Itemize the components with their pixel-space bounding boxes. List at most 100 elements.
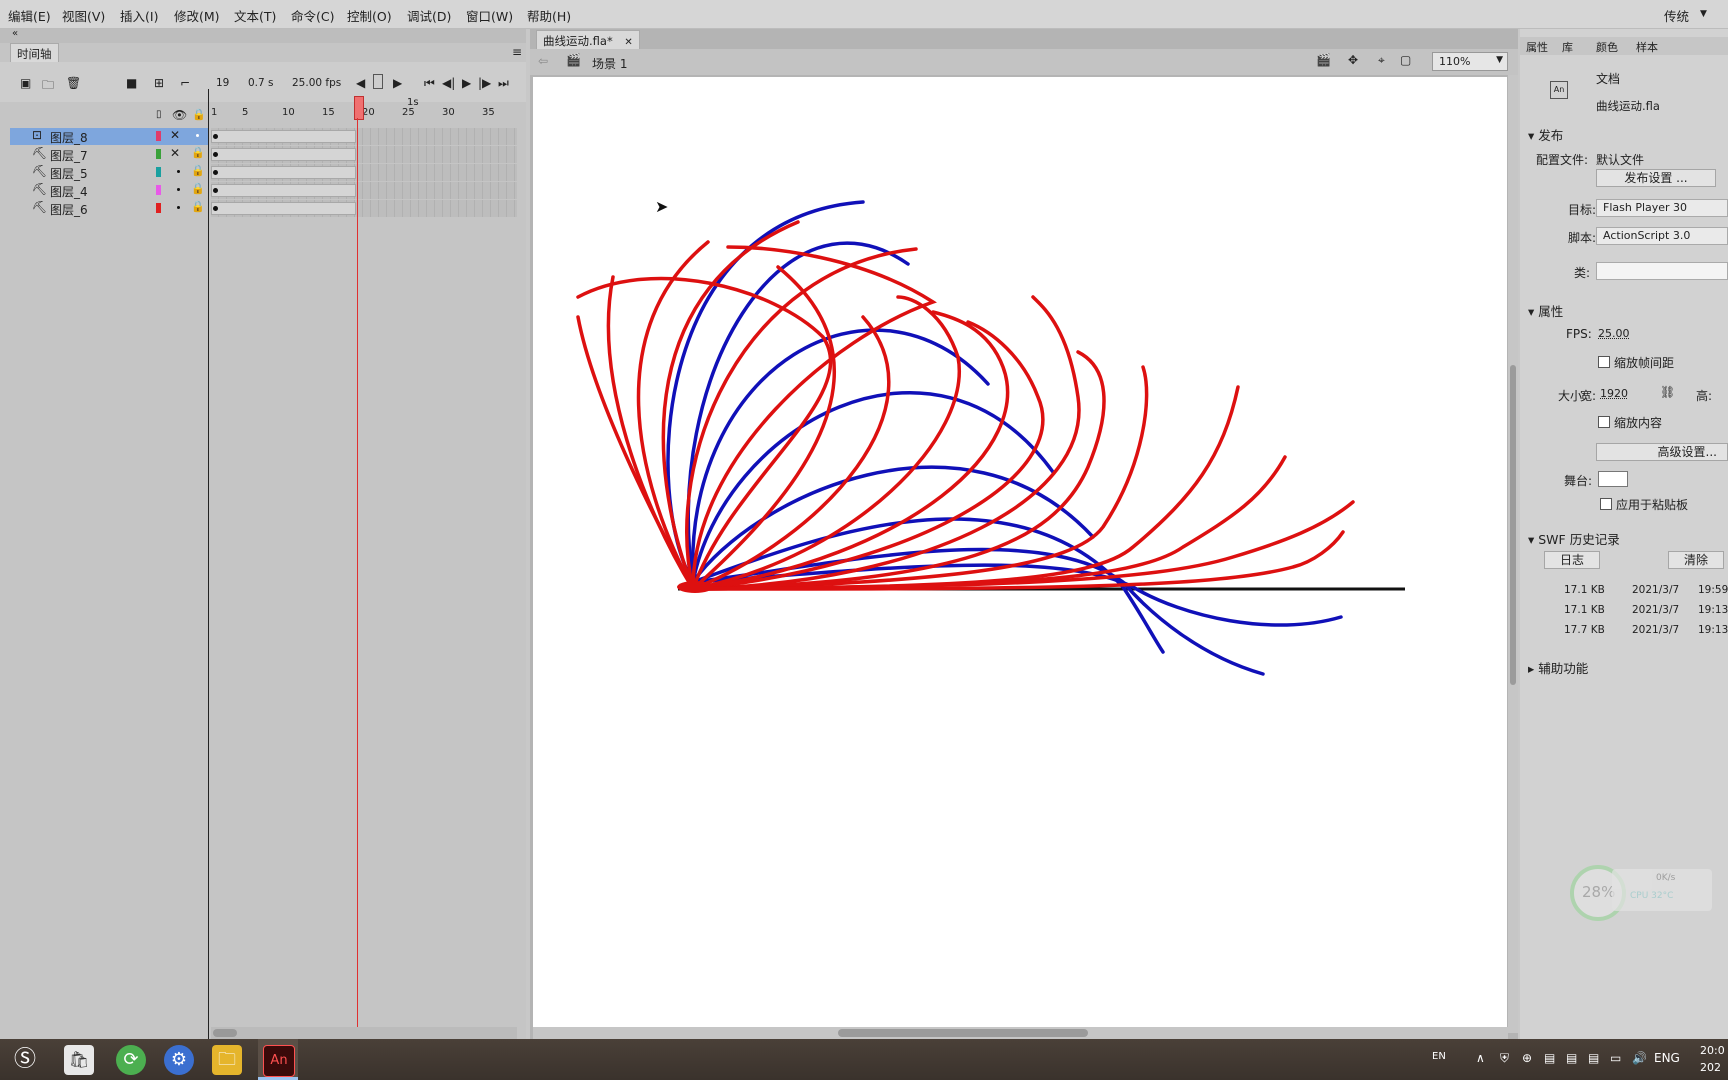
new-folder-icon[interactable]: 🗀 bbox=[42, 76, 54, 97]
apply-pasteboard-checkbox[interactable] bbox=[1600, 498, 1612, 510]
back-arrow-icon[interactable]: ⇦ bbox=[538, 54, 548, 68]
menu-command[interactable]: 命令(C) bbox=[291, 6, 334, 25]
playhead-handle[interactable] bbox=[354, 96, 364, 120]
network-icon[interactable]: ▭ bbox=[1610, 1051, 1621, 1065]
layer-frames[interactable] bbox=[211, 146, 517, 163]
panel-collapse-bar[interactable]: « bbox=[0, 28, 526, 43]
play-icon[interactable]: ▶ bbox=[462, 76, 471, 90]
tab-properties[interactable]: 属性 bbox=[1526, 39, 1548, 55]
edit-symbol-icon[interactable]: ✥ bbox=[1348, 53, 1358, 67]
menu-control[interactable]: 控制(O) bbox=[347, 6, 392, 25]
visible-dot[interactable] bbox=[177, 206, 180, 209]
layer-color-swatch[interactable] bbox=[156, 149, 161, 159]
visible-dot[interactable] bbox=[177, 170, 180, 173]
outline-toggle-icon[interactable]: ▯ bbox=[156, 109, 162, 120]
stage-canvas[interactable]: ➤ bbox=[533, 77, 1507, 1027]
new-layer-icon[interactable]: ▣ bbox=[20, 76, 31, 90]
class-input[interactable] bbox=[1596, 262, 1728, 280]
printer-icon[interactable]: ▤ bbox=[1566, 1051, 1577, 1065]
stage-color-swatch[interactable] bbox=[1598, 471, 1628, 487]
input-lang-short[interactable]: EN bbox=[1432, 1051, 1446, 1062]
prev-keyframe-icon[interactable]: ◀ bbox=[356, 76, 365, 90]
layer-color-swatch[interactable] bbox=[156, 167, 161, 177]
publish-section-toggle[interactable]: ▾ 发布 bbox=[1528, 125, 1563, 144]
layer-name[interactable]: 图层_5 bbox=[50, 165, 88, 182]
menu-help[interactable]: 帮助(H) bbox=[527, 6, 571, 25]
layer-row[interactable]: ⛏ 图层_7 ✕ 🔒 bbox=[10, 146, 208, 163]
zoom-select[interactable]: 110% ▼ bbox=[1432, 52, 1508, 71]
tab-document[interactable]: 曲线运动.fla* ✕ bbox=[536, 30, 640, 51]
log-button[interactable]: 日志 bbox=[1544, 551, 1600, 569]
clear-button[interactable]: 清除 bbox=[1668, 551, 1724, 569]
layer-name[interactable]: 图层_7 bbox=[50, 147, 88, 164]
last-frame-icon[interactable]: ⏭ bbox=[498, 76, 509, 91]
file-explorer-icon[interactable]: 🗀 bbox=[212, 1045, 242, 1075]
insert-keyframe-icon[interactable] bbox=[373, 74, 383, 89]
start-icon[interactable]: Ⓢ bbox=[10, 1045, 40, 1075]
layer-row[interactable]: ⊡ 图层_8 ✕ bbox=[10, 128, 208, 145]
layer-row[interactable]: ⛏ 图层_6 🔒 bbox=[10, 200, 208, 217]
scale-spans-checkbox[interactable] bbox=[1598, 356, 1610, 368]
script-select[interactable]: ActionScript 3.0 bbox=[1596, 227, 1728, 245]
link-icon[interactable]: ⛓ bbox=[1660, 385, 1675, 399]
lock-dot[interactable] bbox=[196, 134, 199, 137]
layer-frames[interactable] bbox=[211, 164, 517, 181]
width-value[interactable]: 1920 bbox=[1600, 387, 1628, 400]
layer-frames[interactable] bbox=[211, 182, 517, 199]
keyframe-dot[interactable] bbox=[213, 206, 218, 211]
layer-color-swatch[interactable] bbox=[156, 131, 161, 141]
layer-color-swatch[interactable] bbox=[156, 203, 161, 213]
lock-icon[interactable]: 🔒 bbox=[191, 146, 205, 159]
menu-insert[interactable]: 插入(I) bbox=[120, 6, 158, 25]
tab-color[interactable]: 颜色 bbox=[1596, 39, 1618, 55]
animate-app-icon[interactable]: An bbox=[263, 1045, 295, 1077]
hide-x-icon[interactable]: ✕ bbox=[170, 128, 180, 142]
close-icon[interactable]: ✕ bbox=[624, 37, 632, 48]
clip-stage-icon[interactable]: ▢ bbox=[1400, 53, 1411, 67]
lock-icon[interactable]: 🔒 bbox=[191, 164, 205, 177]
stage-hscroll[interactable] bbox=[533, 1027, 1508, 1039]
stage-vscroll[interactable] bbox=[1508, 75, 1518, 1033]
layer-name[interactable]: 图层_6 bbox=[50, 201, 88, 218]
layer-frames[interactable] bbox=[211, 200, 517, 217]
tab-swatches[interactable]: 样本 bbox=[1636, 39, 1658, 55]
layer-row[interactable]: ⛏ 图层_4 🔒 bbox=[10, 182, 208, 199]
publish-settings-button[interactable]: 发布设置 ... bbox=[1596, 169, 1716, 187]
keyframe-dot[interactable] bbox=[213, 152, 218, 157]
keyframe-dot[interactable] bbox=[213, 134, 218, 139]
keyframe-dot[interactable] bbox=[213, 188, 218, 193]
center-stage-icon[interactable]: ⌖ bbox=[1378, 53, 1385, 68]
tab-library[interactable]: 库 bbox=[1562, 39, 1573, 55]
timeline-hscroll[interactable] bbox=[211, 1027, 517, 1039]
layer-color-swatch[interactable] bbox=[156, 185, 161, 195]
store-icon[interactable]: 🛍 bbox=[64, 1045, 94, 1075]
collapse-icon[interactable]: « bbox=[12, 28, 18, 39]
layer-parenting-icon[interactable]: ⊞ bbox=[154, 76, 164, 90]
clock-time[interactable]: 20:0 bbox=[1700, 1044, 1725, 1057]
lock-icon[interactable]: 🔒 bbox=[191, 200, 205, 213]
layer-name[interactable]: 图层_8 bbox=[50, 129, 88, 146]
step-back-icon[interactable]: ◀| bbox=[442, 76, 455, 90]
menu-debug[interactable]: 调试(D) bbox=[407, 6, 451, 25]
properties-section-toggle[interactable]: ▾ 属性 bbox=[1528, 301, 1563, 320]
camera-icon[interactable]: ■ bbox=[126, 76, 137, 90]
step-forward-icon[interactable]: |▶ bbox=[478, 76, 491, 90]
frame-ruler[interactable]: 1s 1 5 10 15 20 25 30 35 bbox=[211, 93, 517, 118]
accessibility-toggle[interactable]: ▸ 辅助功能 bbox=[1528, 658, 1588, 677]
fps-value[interactable]: 25.00 bbox=[1598, 327, 1630, 340]
scene-name[interactable]: 场景 1 bbox=[592, 55, 627, 72]
browser-icon[interactable]: ⟳ bbox=[116, 1045, 146, 1075]
lock-icon[interactable]: 🔒 bbox=[192, 108, 206, 121]
layer-row[interactable]: ⛏ 图层_5 🔒 bbox=[10, 164, 208, 181]
plus-icon[interactable]: ⊕ bbox=[1522, 1051, 1532, 1065]
chevron-up-icon[interactable]: ∧ bbox=[1476, 1051, 1485, 1065]
chevron-down-icon[interactable]: ▼ bbox=[1700, 9, 1707, 19]
menu-text[interactable]: 文本(T) bbox=[234, 6, 276, 25]
trash-icon[interactable]: 🗑 bbox=[66, 76, 81, 90]
hide-x-icon[interactable]: ✕ bbox=[170, 146, 180, 160]
tab-timeline[interactable]: 时间轴 bbox=[10, 43, 59, 64]
shield-icon[interactable]: ⛨ bbox=[1500, 1051, 1509, 1066]
clock-date[interactable]: 202 bbox=[1700, 1061, 1721, 1074]
menu-window[interactable]: 窗口(W) bbox=[466, 6, 513, 25]
visible-dot[interactable] bbox=[177, 188, 180, 191]
